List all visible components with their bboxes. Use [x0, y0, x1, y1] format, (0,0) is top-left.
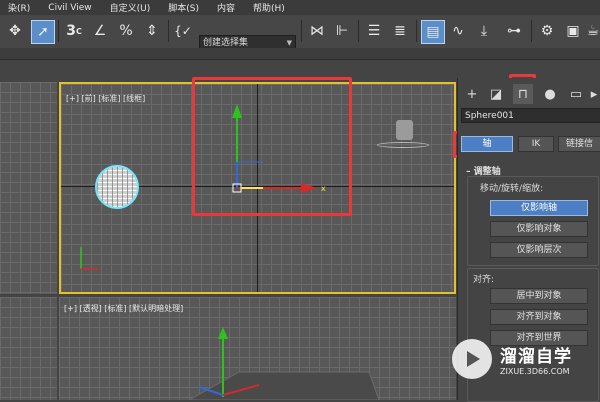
- menu-content[interactable]: 内容: [217, 1, 235, 14]
- watermark: 溜溜自学 ZIXUE.3D66.COM: [452, 334, 592, 384]
- mirror-icon[interactable]: ⋈: [306, 20, 328, 42]
- utilities-tab-icon[interactable]: ▸: [588, 84, 600, 104]
- viewport-bottom-left[interactable]: [0, 297, 57, 400]
- align-to-object-button[interactable]: 对齐到对象: [490, 309, 588, 325]
- viewport-perspective[interactable]: [+] [透视] [标准] [默认明暗处理]: [59, 297, 456, 400]
- scene-explorer-icon[interactable]: ▤: [421, 20, 445, 44]
- highlight-pivot-gizmo: [192, 77, 352, 216]
- render-teapot-icon[interactable]: ☕: [586, 20, 600, 42]
- select-cursor-icon[interactable]: ➚: [31, 20, 55, 44]
- watermark-text: 溜溜自学 ZIXUE.3D66.COM: [500, 342, 572, 376]
- watermark-play-icon: [452, 339, 492, 379]
- toolbar-separator: [168, 20, 169, 42]
- toolbar-separator: [358, 20, 359, 42]
- toolbar-separator: [531, 20, 532, 42]
- viewport-front-label[interactable]: [+] [前] [标准] [线框]: [66, 93, 145, 104]
- viewport-perspective-label[interactable]: [+] [透视] [标准] [默认明暗处理]: [64, 303, 183, 314]
- menu-civil-view[interactable]: Civil View: [48, 3, 91, 13]
- toolbar-separator: [301, 20, 302, 42]
- toolbar-separator: [416, 20, 417, 42]
- toolbar-separator: [58, 20, 59, 42]
- menu-bar: 染(R) Civil View 自定义(U) 脚本(S) 内容 帮助(H): [0, 0, 600, 16]
- angle-snap-icon[interactable]: ∠: [89, 20, 111, 42]
- move-icon[interactable]: ✥: [4, 20, 26, 42]
- main-toolbar: ✥ ➚ 3C ∠ % ⇕ {✓ 创建选择集 ▼ ⋈ ⊩ ☰ ≣ ▤ ∿ ⤓ ⊶ …: [0, 15, 600, 50]
- percent-snap-icon[interactable]: %: [115, 20, 137, 42]
- link-info-tab-button[interactable]: 链接信: [558, 136, 600, 152]
- viewport-top-left[interactable]: [0, 82, 57, 294]
- center-to-object-button[interactable]: 居中到对象: [490, 288, 588, 304]
- schematic-view-icon[interactable]: ⊶: [503, 20, 525, 42]
- curve-editor-icon[interactable]: ∿: [447, 20, 469, 42]
- menu-render[interactable]: 染(R): [8, 1, 30, 14]
- world-axis-icon: [80, 247, 99, 270]
- teapot-object[interactable]: [377, 120, 429, 150]
- align-icon[interactable]: ⊩: [331, 20, 353, 42]
- affect-object-only-button[interactable]: 仅影响对象: [490, 221, 588, 237]
- render-setup-icon[interactable]: ⚙: [536, 20, 558, 42]
- render-frame-icon[interactable]: ▣: [562, 20, 584, 42]
- sphere-object[interactable]: [95, 165, 139, 209]
- motion-tab-icon[interactable]: ●: [540, 84, 560, 104]
- spinner-snap-icon[interactable]: ⇕: [141, 20, 163, 42]
- menu-customize[interactable]: 自定义(U): [110, 1, 151, 14]
- watermark-title: 溜溜自学: [500, 347, 572, 367]
- menu-script[interactable]: 脚本(S): [168, 1, 199, 14]
- ik-tab-button[interactable]: IK: [518, 136, 554, 152]
- hierarchy-tab-icon[interactable]: ⊓: [513, 84, 533, 104]
- move-rotate-scale-label: 移动/旋转/缩放:: [480, 184, 544, 194]
- display-tab-icon[interactable]: ▭: [566, 84, 586, 104]
- selection-set-value: 创建选择集: [203, 38, 249, 48]
- edit-named-selection-icon[interactable]: {✓: [172, 20, 194, 42]
- watermark-url: ZIXUE.3D66.COM: [500, 367, 570, 376]
- alignment-label: 对齐:: [473, 275, 495, 285]
- layer-manager-icon[interactable]: ☰: [363, 20, 385, 42]
- perspective-gizmo[interactable]: [179, 327, 379, 400]
- snap-3d-icon[interactable]: 3C: [63, 20, 85, 42]
- affect-hierarchy-only-button[interactable]: 仅影响层次: [490, 242, 588, 258]
- pivot-tab-button[interactable]: 轴: [461, 136, 513, 152]
- create-tab-icon[interactable]: +: [462, 84, 482, 104]
- menu-help[interactable]: 帮助(H): [253, 1, 285, 14]
- modify-tab-icon[interactable]: ◪: [486, 84, 506, 104]
- object-name-field[interactable]: Sphere001: [461, 108, 600, 123]
- affect-pivot-only-button[interactable]: 仅影响轴: [490, 200, 588, 216]
- layer-explorer-icon[interactable]: ≣: [389, 20, 411, 42]
- ribbon-strip: [0, 48, 600, 60]
- dope-sheet-icon[interactable]: ⤓: [473, 20, 495, 42]
